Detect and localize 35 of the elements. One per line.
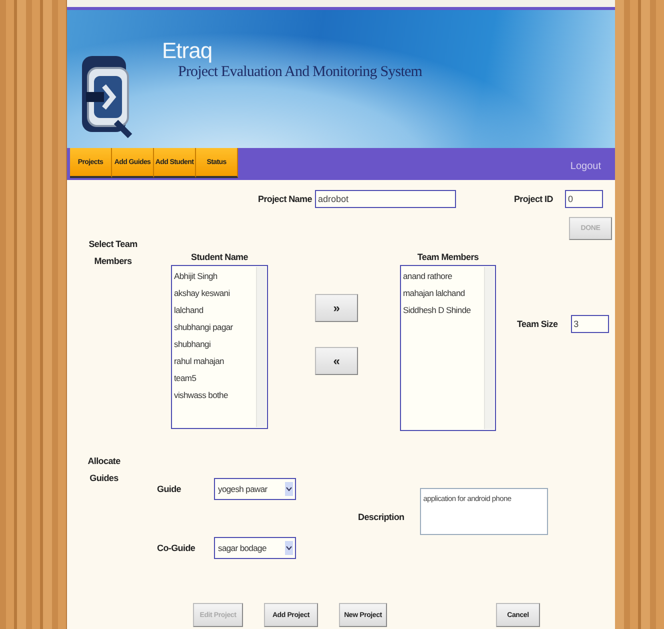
- field-label: Co-Guide: [157, 543, 196, 553]
- list-box[interactable]: anand rathore mahajan lalchand Siddhesh D Shinde: [400, 265, 496, 431]
- list-item[interactable]: anand rathore: [403, 269, 481, 284]
- list-item[interactable]: mahajan lalchand: [403, 286, 481, 301]
- section-label: Allocate Guides: [86, 455, 122, 485]
- list-box[interactable]: Abhijit Singh akshay keswani lalchand shubhangi pagar shubhangi rahul mahajan team5 vishwass bothe: [171, 265, 268, 429]
- app-name: Etraq: [162, 37, 214, 65]
- input-field[interactable]: 0: [564, 190, 603, 208]
- list-item[interactable]: vishwass bothe: [174, 388, 253, 403]
- select-field[interactable]: yogesh pawar: [214, 478, 296, 500]
- list-item[interactable]: Abhijit Singh: [174, 269, 253, 284]
- input-field[interactable]: adrobot: [314, 190, 456, 208]
- logout-link[interactable]: Logout: [570, 161, 601, 172]
- list-item[interactable]: Siddhesh D Shinde: [403, 303, 481, 318]
- select-field[interactable]: sagar bodage: [214, 537, 296, 559]
- column-heading: Student Name: [191, 252, 248, 262]
- caret-icon: [285, 541, 293, 555]
- remove-member-button[interactable]: «: [315, 347, 358, 375]
- list-item[interactable]: shubhangi pagar: [174, 320, 253, 335]
- column-heading: Team Members: [417, 252, 479, 262]
- field-label: Project ID: [514, 194, 553, 204]
- list-item[interactable]: shubhangi: [174, 337, 253, 352]
- app-subtitle: Project Evaluation And Monitoring System: [178, 64, 422, 81]
- field-label: Description: [358, 512, 404, 522]
- list-item[interactable]: lalchand: [174, 303, 253, 318]
- list-item[interactable]: rahul mahajan: [174, 354, 253, 369]
- field-label: Project Name: [258, 194, 312, 204]
- field-label: Team Size: [517, 319, 558, 329]
- list-item[interactable]: akshay keswani: [174, 286, 253, 301]
- field-label: Guide: [157, 484, 182, 494]
- input-field[interactable]: 3: [570, 315, 609, 333]
- section-label: Select Team Members: [88, 238, 138, 268]
- add-member-button[interactable]: »: [315, 294, 358, 322]
- caret-icon: [285, 482, 293, 496]
- list-item[interactable]: team5: [174, 371, 253, 386]
